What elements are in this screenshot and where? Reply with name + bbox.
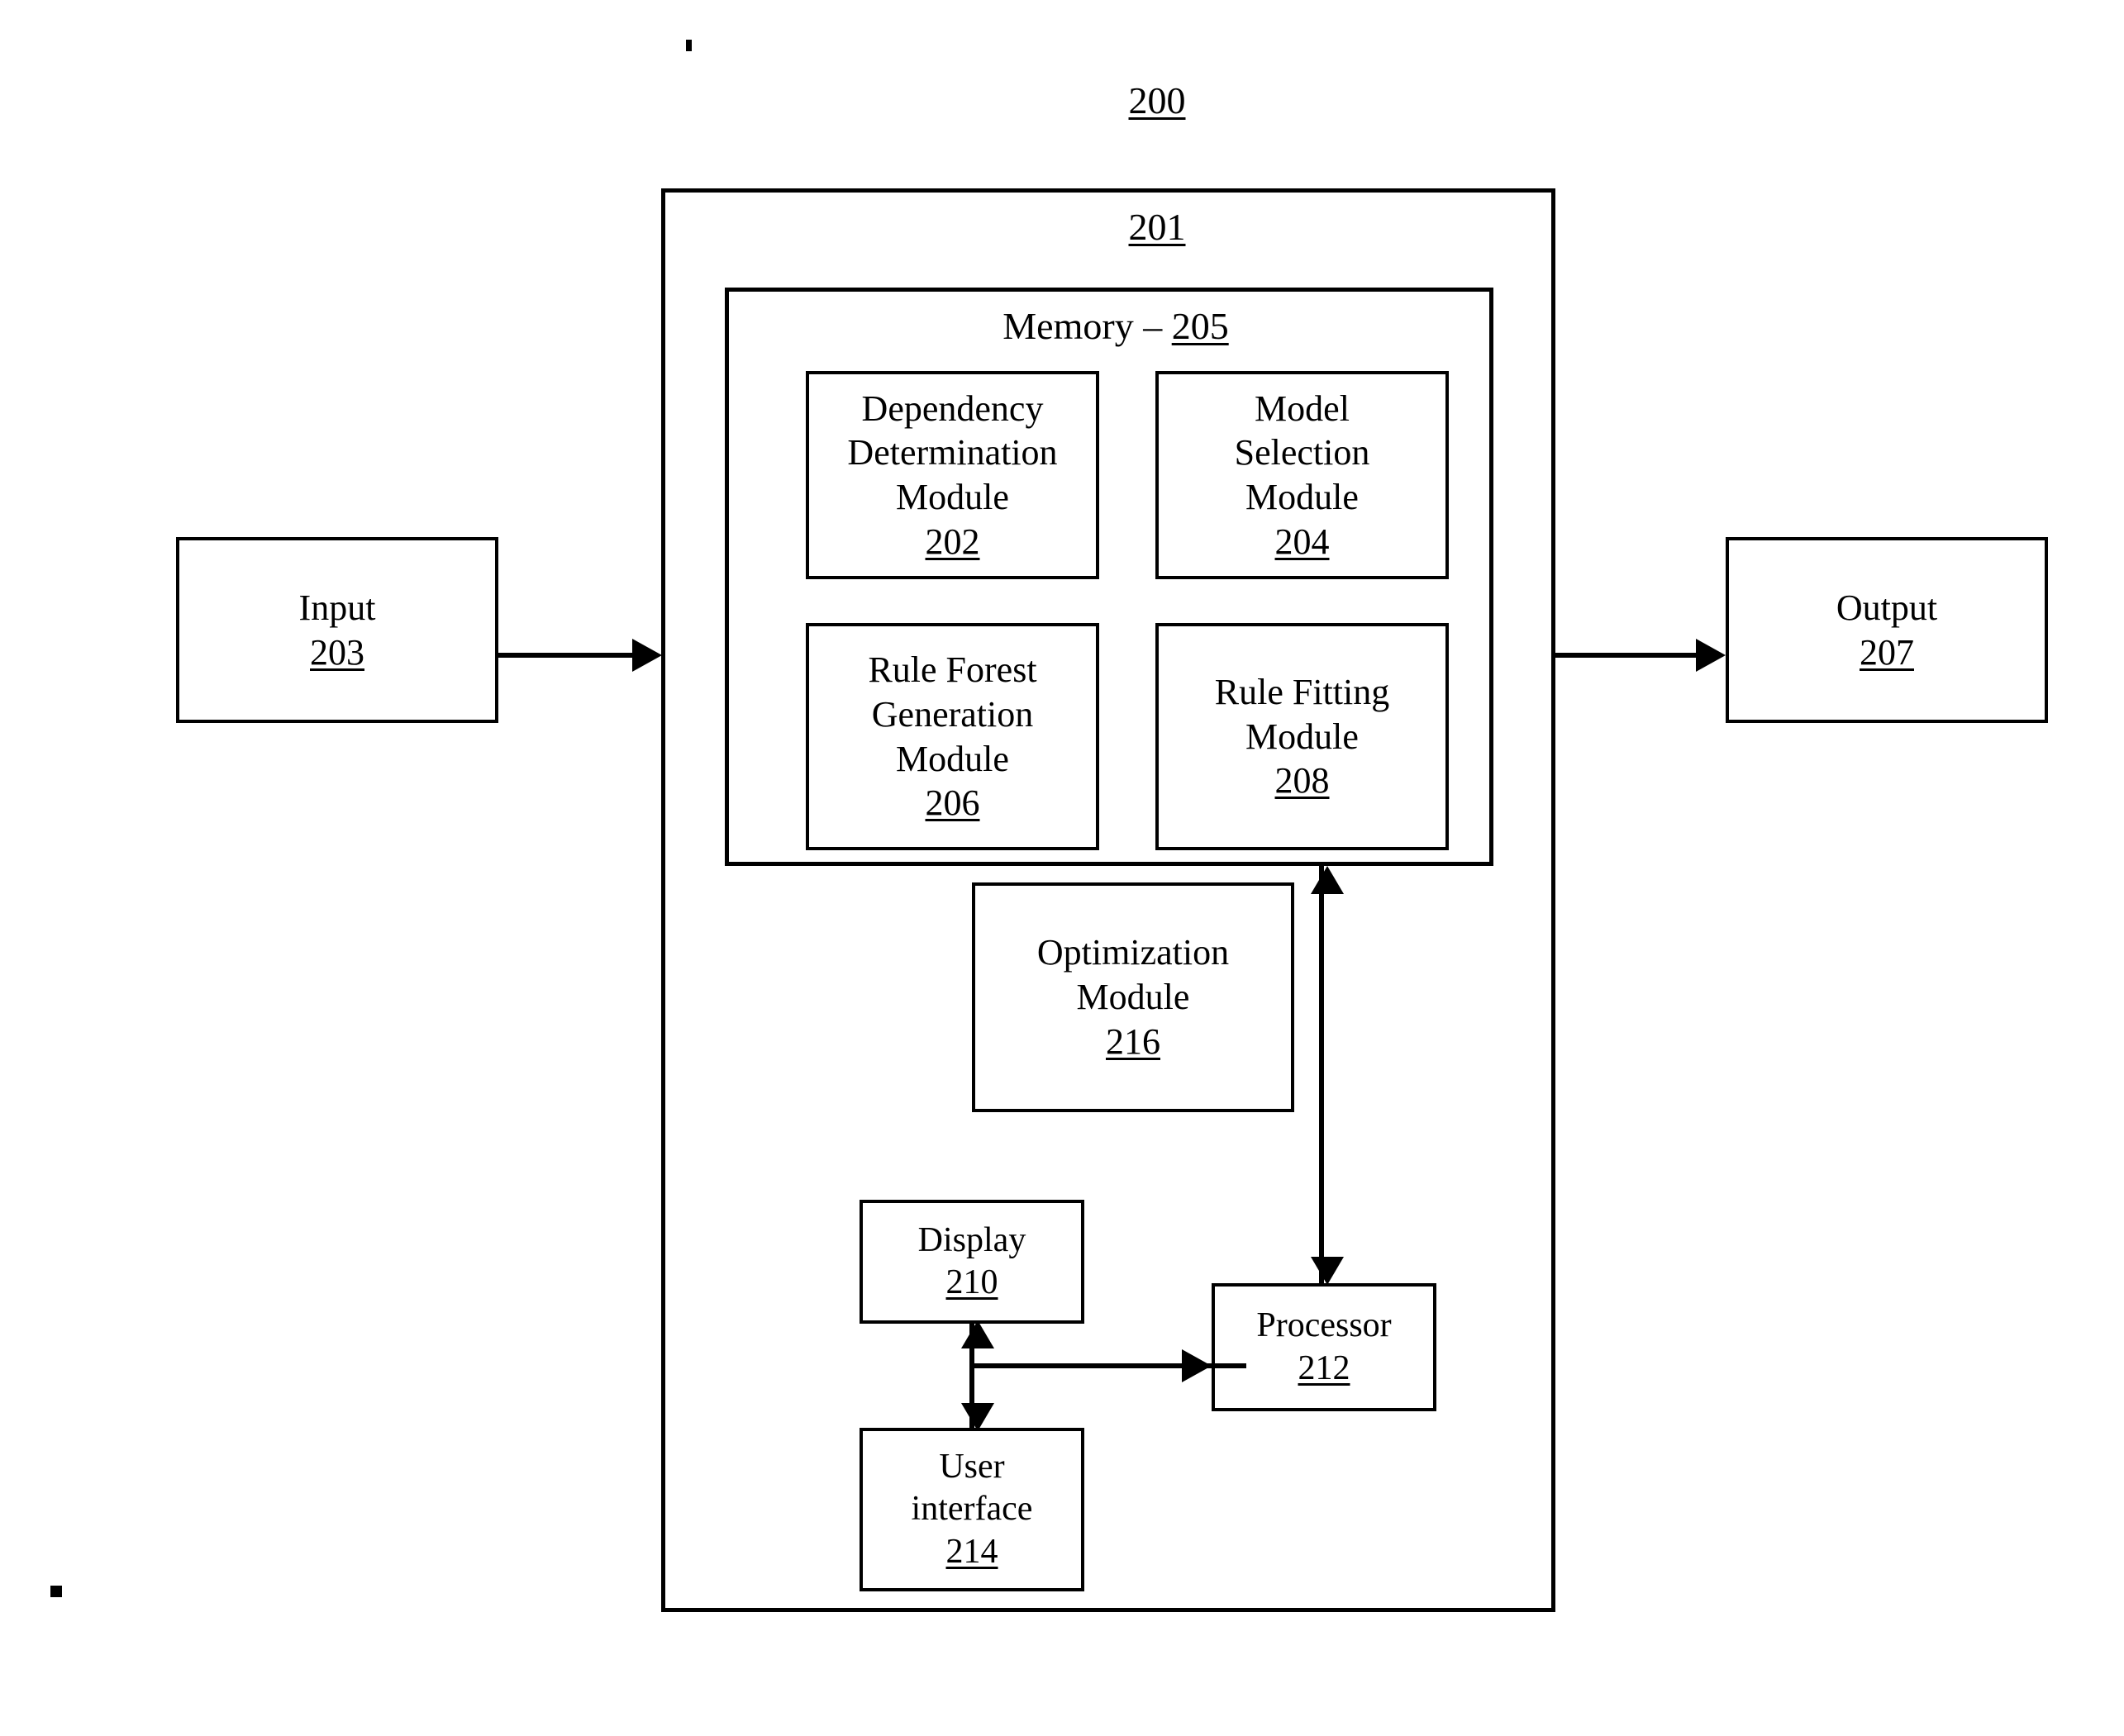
display-label: Display bbox=[917, 1220, 1026, 1259]
module-reference-208: 208 bbox=[1274, 760, 1330, 801]
user-interface-arrow-down-icon bbox=[961, 1403, 994, 1431]
module-reference-204: 204 bbox=[1274, 521, 1330, 562]
input-reference-203: 203 bbox=[310, 631, 364, 673]
module-reference-216: 216 bbox=[1106, 1020, 1160, 1062]
memory-processor-arrow-down-icon bbox=[1311, 1257, 1344, 1285]
output-box: Output 207 bbox=[1726, 537, 2048, 723]
module-label-line-1: Optimization bbox=[1036, 932, 1230, 973]
module-label-line-1: Model bbox=[1255, 388, 1350, 429]
processor-box: Processor 212 bbox=[1212, 1283, 1436, 1411]
optimization-module-box: Optimization Module 216 bbox=[972, 882, 1294, 1112]
input-to-system-connector bbox=[498, 653, 647, 658]
figure-number: 200 bbox=[992, 78, 1322, 122]
module-label-line-3: Module bbox=[1245, 477, 1359, 517]
output-arrow-head-icon bbox=[1696, 639, 1726, 672]
dependency-determination-module-box: Dependency Determination Module 202 bbox=[806, 371, 1099, 579]
output-label: Output bbox=[1836, 587, 1938, 628]
user-interface-label-line-2: interface bbox=[911, 1490, 1033, 1529]
module-label-line-2: Module bbox=[1245, 716, 1359, 757]
user-interface-label-line-1: User bbox=[939, 1448, 1005, 1486]
module-reference-206: 206 bbox=[925, 782, 980, 824]
processor-label: Processor bbox=[1256, 1306, 1392, 1345]
processor-reference-212: 212 bbox=[1298, 1348, 1350, 1387]
system-to-output-connector bbox=[1555, 653, 1696, 658]
module-label-line-1: Rule Forest bbox=[868, 649, 1037, 691]
user-interface-box: User interface 214 bbox=[860, 1428, 1084, 1591]
module-label-line-3: Module bbox=[896, 477, 1009, 517]
input-label: Input bbox=[298, 587, 376, 628]
module-label-line-2: Selection bbox=[1234, 432, 1370, 473]
display-box: Display 210 bbox=[860, 1200, 1084, 1324]
rule-fitting-module-box: Rule Fitting Module 208 bbox=[1155, 623, 1449, 850]
figure-number-value: 200 bbox=[1128, 79, 1186, 121]
module-reference-202: 202 bbox=[925, 521, 980, 562]
module-label-line-3: Module bbox=[896, 738, 1009, 779]
module-label-line-2: Generation bbox=[871, 693, 1034, 735]
memory-title-text: Memory – bbox=[1002, 305, 1172, 347]
scan-speck-top bbox=[686, 40, 692, 51]
module-label-line-2: Determination bbox=[847, 432, 1058, 473]
output-reference-207: 207 bbox=[1860, 631, 1914, 673]
input-box: Input 203 bbox=[176, 537, 498, 723]
input-arrow-head-icon bbox=[632, 639, 662, 672]
scan-speck-bottom bbox=[50, 1586, 62, 1597]
memory-processor-connector bbox=[1319, 866, 1324, 1286]
rule-forest-generation-module-box: Rule Forest Generation Module 206 bbox=[806, 623, 1099, 850]
module-label-line-2: Module bbox=[1076, 977, 1190, 1018]
processor-arrow-head-icon bbox=[1182, 1349, 1212, 1382]
system-reference-value: 201 bbox=[1128, 206, 1186, 248]
memory-title: Memory – 205 bbox=[926, 304, 1306, 348]
module-label-line-1: Rule Fitting bbox=[1214, 671, 1390, 712]
module-label-line-1: Dependency bbox=[861, 388, 1044, 429]
display-arrow-up-icon bbox=[961, 1320, 994, 1348]
system-reference-label: 201 bbox=[992, 205, 1322, 249]
display-reference-210: 210 bbox=[945, 1263, 998, 1301]
user-interface-reference-214: 214 bbox=[945, 1532, 998, 1571]
model-selection-module-box: Model Selection Module 204 bbox=[1155, 371, 1449, 579]
patent-figure-canvas: 200 201 Memory – 205 Dependency Determin… bbox=[0, 0, 2124, 1736]
memory-processor-arrow-up-icon bbox=[1311, 866, 1344, 894]
memory-reference-value: 205 bbox=[1171, 305, 1229, 347]
